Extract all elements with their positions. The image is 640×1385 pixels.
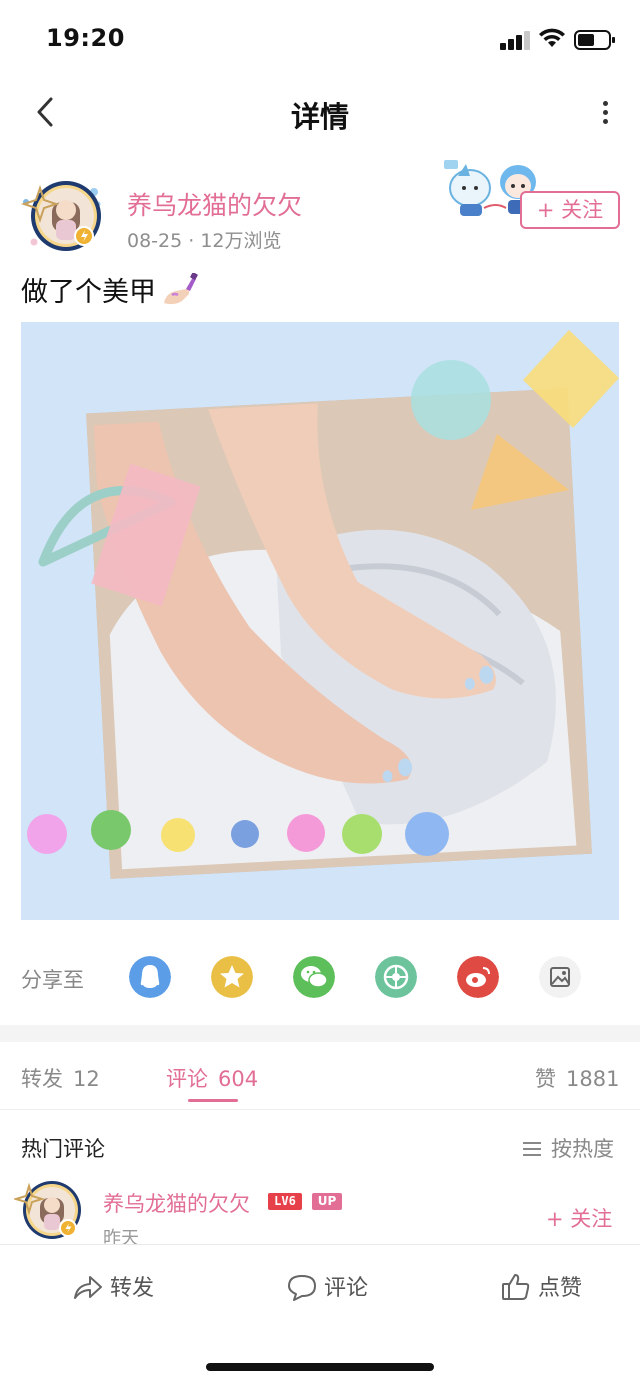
post-text-content: 做了个美甲 [21, 277, 156, 308]
list-icon [523, 1141, 543, 1157]
hot-comments-title: 热门评论 [21, 1137, 105, 1161]
post-text: 做了个美甲 [21, 270, 198, 309]
more-options-icon[interactable] [590, 92, 620, 132]
wifi-icon [539, 28, 565, 47]
moments-icon[interactable] [375, 956, 417, 998]
qq-icon[interactable] [129, 956, 171, 998]
battery-icon [574, 30, 615, 50]
share-arrow-icon [74, 1276, 102, 1299]
tab-likes[interactable]: 赞 1881 [535, 1063, 619, 1093]
wechat-icon[interactable] [293, 956, 335, 998]
comment-bubble-icon [288, 1275, 316, 1301]
follow-button[interactable]: + 关注 [520, 191, 620, 229]
home-indicator[interactable] [206, 1363, 434, 1371]
status-bar: 19:20 [0, 0, 640, 78]
tab-comments[interactable]: 评论 604 [166, 1063, 258, 1093]
post-meta: 08-25 · 12万浏览 [127, 230, 282, 252]
comment-button[interactable]: 评论 [286, 1270, 368, 1302]
post-image[interactable] [21, 322, 619, 920]
sort-by-popularity-button[interactable]: 按热度 [523, 1133, 614, 1163]
bottom-action-bar: 转发 评论 点赞 [0, 1244, 640, 1385]
comment-label: 评论 [324, 1276, 369, 1301]
sort-label: 按热度 [551, 1137, 614, 1161]
author-name[interactable]: 养乌龙猫的欠欠 [127, 186, 302, 222]
share-label: 分享至 [21, 968, 84, 992]
status-time: 19:20 [46, 24, 125, 52]
level-badge: LV6 [268, 1193, 302, 1210]
repost-button[interactable]: 转发 [72, 1270, 154, 1302]
like-label: 点赞 [538, 1276, 583, 1301]
tab-comments-count: 604 [218, 1067, 259, 1091]
tab-repost-label: 转发 [21, 1067, 63, 1091]
commenter-follow-button[interactable]: + 关注 [546, 1203, 612, 1233]
section-divider [0, 1025, 640, 1042]
tab-repost[interactable]: 转发 12 [21, 1063, 100, 1093]
commenter-avatar[interactable] [14, 1172, 86, 1244]
commenter-name[interactable]: 养乌龙猫的欠欠 [103, 1188, 250, 1218]
tab-comments-label: 评论 [166, 1067, 208, 1091]
tab-likes-count: 1881 [566, 1067, 620, 1091]
cellular-signal-icon [500, 30, 532, 50]
up-badge: UP [312, 1193, 342, 1210]
post-photo [21, 322, 619, 920]
repost-label: 转发 [110, 1276, 155, 1301]
like-button[interactable]: 点赞 [500, 1270, 582, 1302]
weibo-icon[interactable] [457, 956, 499, 998]
tab-repost-count: 12 [73, 1067, 100, 1091]
thumbs-up-icon [502, 1274, 530, 1300]
active-tab-indicator [188, 1099, 238, 1102]
page-title: 详情 [290, 100, 349, 134]
qzone-icon[interactable] [211, 956, 253, 998]
author-avatar[interactable] [20, 172, 106, 258]
save-image-icon[interactable] [539, 956, 581, 998]
tab-likes-label: 赞 [535, 1067, 556, 1091]
nav-bar: 详情 [0, 78, 640, 148]
tabs-divider [0, 1109, 640, 1110]
nail-polish-icon [164, 273, 198, 305]
